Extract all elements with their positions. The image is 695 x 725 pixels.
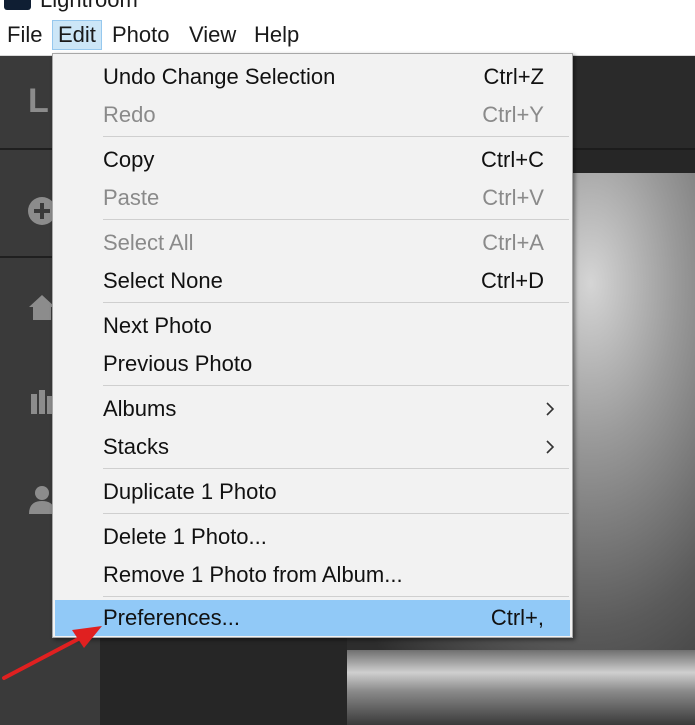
menu-item-duplicate[interactable]: Duplicate 1 Photo bbox=[55, 474, 570, 510]
menu-item-label: Undo Change Selection bbox=[103, 64, 336, 89]
menu-separator bbox=[103, 302, 569, 303]
menu-item-label: Copy bbox=[103, 147, 155, 172]
menu-item-remove-from-album[interactable]: Remove 1 Photo from Album... bbox=[55, 557, 570, 593]
menu-item-label: Preferences... bbox=[103, 605, 240, 630]
rail-logo: L bbox=[28, 82, 49, 120]
menu-item-label: Albums bbox=[103, 396, 177, 421]
menu-item-shortcut: Ctrl+D bbox=[481, 268, 544, 293]
menu-file[interactable]: File bbox=[2, 20, 47, 50]
chevron-right-icon bbox=[546, 402, 555, 416]
menu-separator bbox=[103, 385, 569, 386]
menu-item-shortcut: Ctrl+C bbox=[481, 147, 544, 172]
menu-item-label: Redo bbox=[103, 102, 156, 127]
menu-edit[interactable]: Edit bbox=[52, 20, 102, 50]
menu-photo[interactable]: Photo bbox=[107, 20, 175, 50]
menu-item-copy[interactable]: Copy Ctrl+C bbox=[55, 142, 570, 178]
menu-item-redo: Redo Ctrl+Y bbox=[55, 97, 570, 133]
menu-item-stacks[interactable]: Stacks bbox=[55, 429, 570, 465]
menu-item-select-none[interactable]: Select None Ctrl+D bbox=[55, 263, 570, 299]
menu-item-albums[interactable]: Albums bbox=[55, 391, 570, 427]
menu-help[interactable]: Help bbox=[249, 20, 304, 50]
window-title: Lightroom bbox=[40, 0, 138, 13]
menu-item-paste: Paste Ctrl+V bbox=[55, 180, 570, 216]
title-bar: Lightroom bbox=[0, 0, 695, 13]
menu-separator bbox=[103, 219, 569, 220]
menu-view[interactable]: View bbox=[184, 20, 241, 50]
menu-item-shortcut: Ctrl+Y bbox=[482, 102, 544, 127]
menu-item-previous-photo[interactable]: Previous Photo bbox=[55, 346, 570, 382]
annotation-arrow-icon bbox=[2, 626, 102, 680]
menu-separator bbox=[103, 513, 569, 514]
app-icon bbox=[4, 0, 31, 10]
menu-item-next-photo[interactable]: Next Photo bbox=[55, 308, 570, 344]
photo-waves bbox=[347, 650, 695, 725]
menu-item-label: Select None bbox=[103, 268, 223, 293]
menu-item-shortcut: Ctrl+A bbox=[482, 230, 544, 255]
menu-separator bbox=[103, 136, 569, 137]
menu-item-label: Remove 1 Photo from Album... bbox=[103, 562, 403, 587]
chevron-right-icon bbox=[546, 440, 555, 454]
menu-item-label: Paste bbox=[103, 185, 160, 210]
menu-item-label: Previous Photo bbox=[103, 351, 253, 376]
menu-item-delete[interactable]: Delete 1 Photo... bbox=[55, 519, 570, 555]
menu-item-preferences[interactable]: Preferences... Ctrl+, bbox=[55, 600, 570, 636]
menu-item-label: Stacks bbox=[103, 434, 170, 459]
menu-item-shortcut: Ctrl+V bbox=[482, 185, 544, 210]
edit-menu: Undo Change Selection Ctrl+Z Redo Ctrl+Y… bbox=[52, 53, 573, 638]
menu-bar: File Edit Photo View Help bbox=[0, 13, 695, 56]
menu-item-label: Select All bbox=[103, 230, 194, 255]
menu-item-shortcut: Ctrl+, bbox=[490, 605, 544, 630]
menu-separator bbox=[103, 596, 569, 597]
menu-separator bbox=[103, 468, 569, 469]
menu-item-shortcut: Ctrl+Z bbox=[483, 64, 545, 89]
menu-item-undo[interactable]: Undo Change Selection Ctrl+Z bbox=[55, 59, 570, 95]
menu-item-label: Next Photo bbox=[103, 313, 212, 338]
menu-item-label: Duplicate 1 Photo bbox=[103, 479, 277, 504]
menu-item-select-all: Select All Ctrl+A bbox=[55, 225, 570, 261]
menu-item-label: Delete 1 Photo... bbox=[103, 524, 267, 549]
